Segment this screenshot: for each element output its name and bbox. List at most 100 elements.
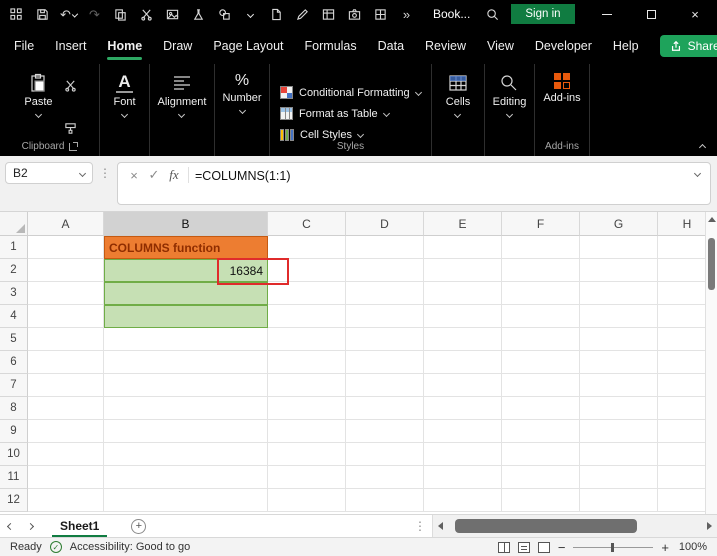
cell-G4[interactable] bbox=[580, 305, 658, 328]
row-header-8[interactable]: 8 bbox=[0, 397, 28, 420]
row-header-7[interactable]: 7 bbox=[0, 374, 28, 397]
row-header-2[interactable]: 2 bbox=[0, 259, 28, 282]
cell-D8[interactable] bbox=[346, 397, 424, 420]
cell-E4[interactable] bbox=[424, 305, 502, 328]
cell-E6[interactable] bbox=[424, 351, 502, 374]
cell-E11[interactable] bbox=[424, 466, 502, 489]
format-as-table-button[interactable]: Format as Table bbox=[280, 103, 389, 124]
name-box[interactable]: B2 bbox=[5, 162, 93, 184]
cell-F11[interactable] bbox=[502, 466, 580, 489]
cell-C5[interactable] bbox=[268, 328, 346, 351]
cell-A1[interactable] bbox=[28, 236, 104, 259]
cell-A2[interactable] bbox=[28, 259, 104, 282]
camera-icon[interactable] bbox=[346, 4, 363, 24]
cell-A11[interactable] bbox=[28, 466, 104, 489]
tab-formulas[interactable]: Formulas bbox=[305, 28, 357, 64]
format-painter-icon[interactable] bbox=[61, 118, 81, 138]
tab-page-layout[interactable]: Page Layout bbox=[213, 28, 283, 64]
cell-G8[interactable] bbox=[580, 397, 658, 420]
cell-D11[interactable] bbox=[346, 466, 424, 489]
shapes-icon[interactable] bbox=[216, 4, 233, 24]
conditional-formatting-button[interactable]: Conditional Formatting bbox=[280, 82, 421, 103]
cell-A9[interactable] bbox=[28, 420, 104, 443]
cell-G12[interactable] bbox=[580, 489, 658, 512]
overflow-icon[interactable]: » bbox=[398, 4, 415, 24]
zoom-out-icon[interactable]: − bbox=[558, 541, 566, 554]
cell-B8[interactable] bbox=[104, 397, 268, 420]
cut-small-icon[interactable] bbox=[61, 75, 81, 95]
cell-F6[interactable] bbox=[502, 351, 580, 374]
horizontal-scroll-thumb[interactable] bbox=[455, 519, 637, 533]
cell-E5[interactable] bbox=[424, 328, 502, 351]
row-header-10[interactable]: 10 bbox=[0, 443, 28, 466]
tab-view[interactable]: View bbox=[487, 28, 514, 64]
search-icon[interactable] bbox=[484, 4, 501, 24]
cell-C8[interactable] bbox=[268, 397, 346, 420]
row-header-1[interactable]: 1 bbox=[0, 236, 28, 259]
tab-file[interactable]: File bbox=[14, 28, 34, 64]
formula-bar-expand-icon[interactable] bbox=[694, 170, 701, 177]
redo-icon[interactable]: ↷ bbox=[86, 4, 103, 24]
column-header-F[interactable]: F bbox=[502, 212, 580, 236]
cell-A7[interactable] bbox=[28, 374, 104, 397]
horizontal-scrollbar[interactable] bbox=[432, 515, 717, 537]
zoom-level[interactable]: 100% bbox=[677, 541, 707, 553]
column-header-D[interactable]: D bbox=[346, 212, 424, 236]
cell-F9[interactable] bbox=[502, 420, 580, 443]
column-header-C[interactable]: C bbox=[268, 212, 346, 236]
cell-F4[interactable] bbox=[502, 305, 580, 328]
cell-E2[interactable] bbox=[424, 259, 502, 282]
cell-B2[interactable]: 16384 bbox=[104, 259, 268, 282]
cell-F3[interactable] bbox=[502, 282, 580, 305]
cell-D7[interactable] bbox=[346, 374, 424, 397]
cell-C2[interactable] bbox=[268, 259, 346, 282]
cell-C7[interactable] bbox=[268, 374, 346, 397]
row-header-12[interactable]: 12 bbox=[0, 489, 28, 512]
cell-G1[interactable] bbox=[580, 236, 658, 259]
cell-B6[interactable] bbox=[104, 351, 268, 374]
view-page-break-icon[interactable] bbox=[538, 542, 550, 553]
cell-G3[interactable] bbox=[580, 282, 658, 305]
cell-B12[interactable] bbox=[104, 489, 268, 512]
close-button[interactable]: × bbox=[673, 0, 717, 28]
cell-F5[interactable] bbox=[502, 328, 580, 351]
add-sheet-button[interactable]: + bbox=[131, 519, 146, 534]
cell-D6[interactable] bbox=[346, 351, 424, 374]
cell-A4[interactable] bbox=[28, 305, 104, 328]
formula-input[interactable]: × ✓ fx =COLUMNS(1:1) bbox=[117, 162, 711, 205]
document-icon[interactable] bbox=[268, 4, 285, 24]
cell-B1[interactable]: COLUMNS function bbox=[104, 236, 268, 259]
cell-B5[interactable] bbox=[104, 328, 268, 351]
editing-button[interactable]: Editing bbox=[487, 71, 533, 156]
enter-icon[interactable]: ✓ bbox=[144, 165, 164, 185]
cell-B10[interactable] bbox=[104, 443, 268, 466]
sheet-tab-sheet1[interactable]: Sheet1 bbox=[46, 515, 113, 537]
column-header-A[interactable]: A bbox=[28, 212, 104, 236]
insert-function-icon[interactable]: fx bbox=[164, 165, 184, 185]
column-header-E[interactable]: E bbox=[424, 212, 502, 236]
cell-F7[interactable] bbox=[502, 374, 580, 397]
cell-F12[interactable] bbox=[502, 489, 580, 512]
cell-C12[interactable] bbox=[268, 489, 346, 512]
tab-home[interactable]: Home bbox=[107, 28, 142, 64]
cell-A5[interactable] bbox=[28, 328, 104, 351]
zoom-thumb[interactable] bbox=[611, 543, 614, 552]
cell-A6[interactable] bbox=[28, 351, 104, 374]
row-header-11[interactable]: 11 bbox=[0, 466, 28, 489]
number-button[interactable]: % Number bbox=[216, 71, 267, 156]
cut-icon[interactable] bbox=[138, 4, 155, 24]
row-header-9[interactable]: 9 bbox=[0, 420, 28, 443]
cell-C10[interactable] bbox=[268, 443, 346, 466]
vertical-scrollbar[interactable] bbox=[705, 212, 717, 514]
cell-A10[interactable] bbox=[28, 443, 104, 466]
row-header-3[interactable]: 3 bbox=[0, 282, 28, 305]
cell-C6[interactable] bbox=[268, 351, 346, 374]
cell-F2[interactable] bbox=[502, 259, 580, 282]
cell-E10[interactable] bbox=[424, 443, 502, 466]
cell-A3[interactable] bbox=[28, 282, 104, 305]
undo-icon[interactable]: ↶ bbox=[60, 4, 77, 24]
formula-text[interactable]: =COLUMNS(1:1) bbox=[195, 165, 291, 187]
maximize-button[interactable] bbox=[629, 0, 673, 28]
cell-D3[interactable] bbox=[346, 282, 424, 305]
chevron-down-icon[interactable] bbox=[242, 4, 259, 24]
